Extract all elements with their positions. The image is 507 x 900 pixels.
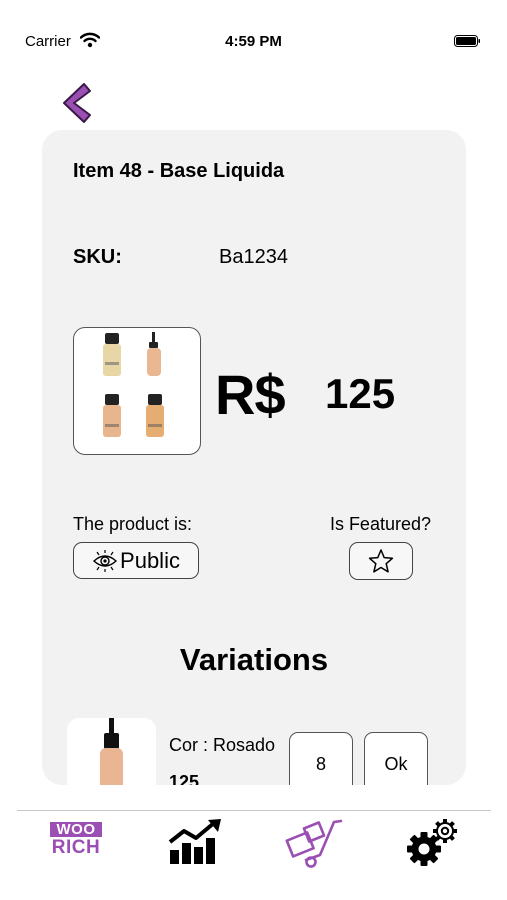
featured-label: Is Featured? <box>329 514 431 534</box>
variation-quantity: 8 <box>315 753 326 774</box>
clock: 4:59 PM <box>225 33 282 50</box>
variation-row: Cor : Rosado 125 8 Ok <box>42 718 466 785</box>
product-card: Item 48 - Base Liquida SKU: Ba1234 R$ 12… <box>42 130 466 785</box>
gear-icon <box>407 819 457 866</box>
logo-text-top: WOO <box>50 822 102 837</box>
variation-ok-button[interactable]: Ok <box>364 732 428 785</box>
variation-quantity-input[interactable]: 8 <box>289 732 353 785</box>
visibility-label: The product is: <box>73 514 193 534</box>
sku-value: Ba1234 <box>219 246 288 268</box>
foundation-bottles-image <box>103 332 164 437</box>
variations-heading: Variations <box>179 642 329 677</box>
foundation-bottle-image <box>100 718 123 785</box>
chart-icon <box>168 819 221 864</box>
eye-icon <box>92 549 118 572</box>
product-image[interactable] <box>73 327 201 455</box>
tab-hand-truck[interactable] <box>284 818 344 870</box>
product-title: Item 48 - Base Liquida <box>73 160 285 182</box>
star-icon <box>368 549 394 573</box>
visibility-value: Public <box>120 547 180 573</box>
price-currency: R$ <box>215 363 286 426</box>
status-bar: Carrier 4:59 PM <box>0 0 507 80</box>
woorich-logo: WOO RICH <box>50 822 102 864</box>
variation-attribute: Cor : Rosado <box>169 735 276 755</box>
tab-chart[interactable] <box>168 818 228 870</box>
variation-image <box>67 718 156 785</box>
tab-settings[interactable] <box>404 818 464 870</box>
featured-toggle-button[interactable] <box>349 542 413 580</box>
tab-bar-divider <box>17 810 491 811</box>
variation-price: 125 <box>169 772 200 785</box>
visibility-toggle-button[interactable]: Public <box>73 542 199 579</box>
ok-label: Ok <box>384 753 408 774</box>
battery-icon <box>454 35 480 47</box>
sku-label: SKU: <box>73 246 122 268</box>
chevron-left-icon <box>63 83 91 123</box>
back-button[interactable] <box>60 80 100 126</box>
tab-woorich-logo[interactable]: WOO RICH <box>50 818 110 870</box>
hand-truck-icon <box>285 819 343 868</box>
logo-text-bottom: RICH <box>51 837 101 858</box>
price-value: 125 <box>325 370 396 417</box>
